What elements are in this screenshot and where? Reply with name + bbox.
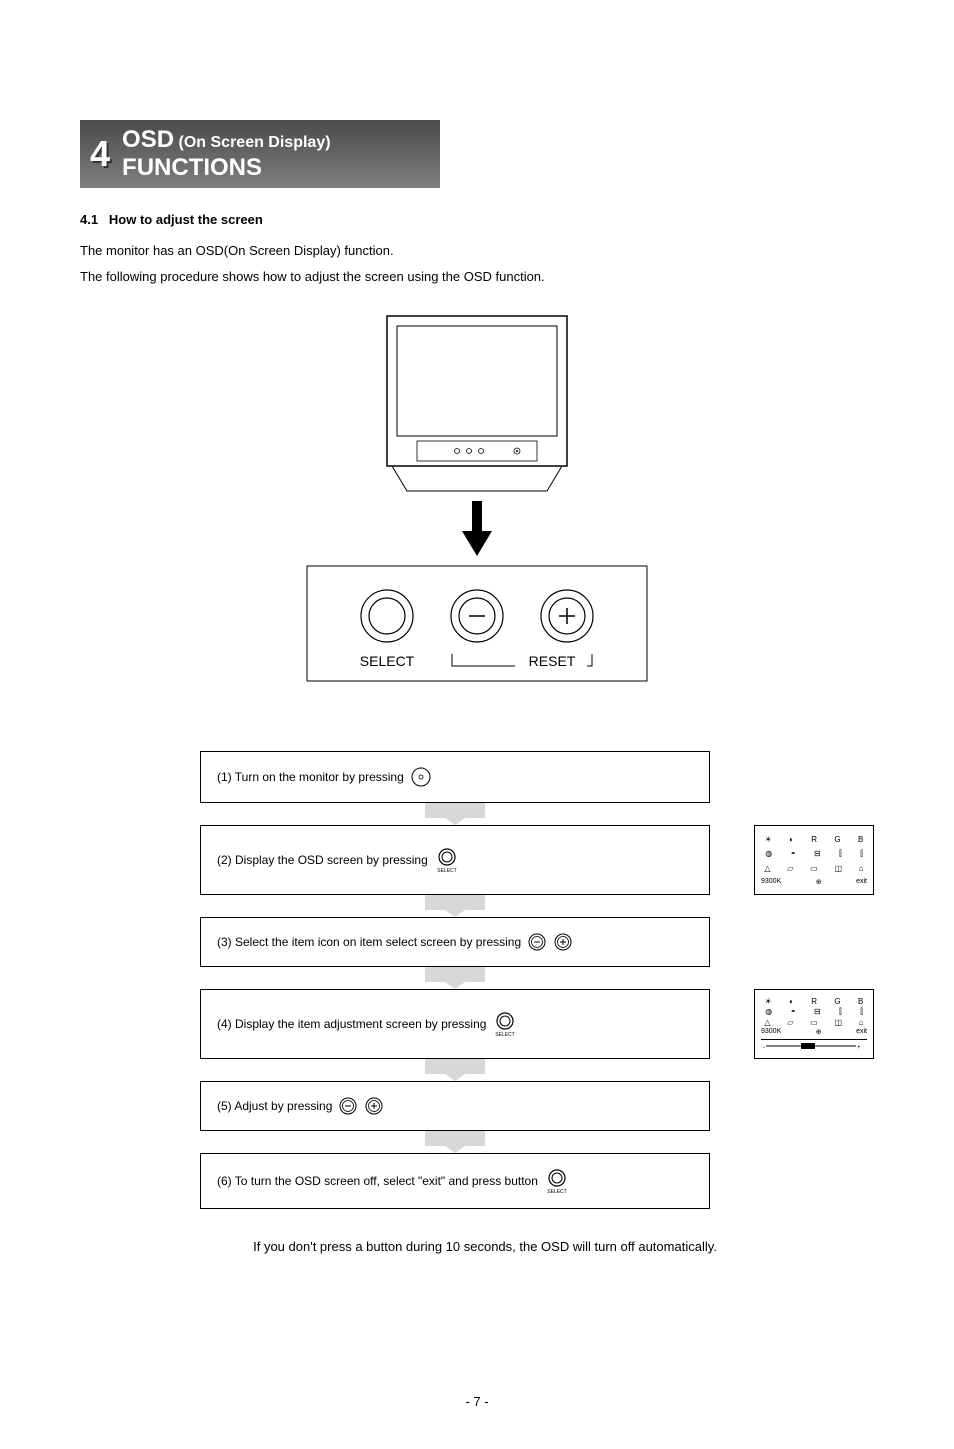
section-title: How to adjust the screen — [109, 212, 263, 227]
svg-text:SELECT: SELECT — [437, 868, 456, 873]
select-button-icon: SELECT — [544, 1168, 570, 1194]
connector-arrow — [200, 895, 710, 917]
monitor-illustration: SELECT RESET — [80, 306, 874, 741]
power-button-icon — [410, 766, 432, 788]
footer-note: If you don't press a button during 10 se… — [170, 1239, 800, 1254]
step-6: (6) To turn the OSD screen off, select "… — [200, 1153, 710, 1209]
plus-button-icon — [364, 1096, 384, 1116]
steps-container: (1) Turn on the monitor by pressing (2) … — [80, 751, 874, 1209]
step-5-text: (5) Adjust by pressing — [217, 1099, 332, 1113]
step-4-text: (4) Display the item adjustment screen b… — [217, 1017, 486, 1031]
svg-text:SELECT: SELECT — [547, 1189, 566, 1194]
adjustment-bar-icon: -+ — [761, 1042, 861, 1050]
step-2-text: (2) Display the OSD screen by pressing — [217, 853, 428, 867]
osd-preview-2: ☀◐RGB ◍◓⊟⫿⫿ △▱▭◫⌂ 9300K⊕exit -+ — [754, 989, 874, 1059]
connector-arrow — [200, 1131, 710, 1153]
osd-exit: exit — [856, 878, 867, 886]
plus-button-icon — [553, 932, 573, 952]
select-button-icon: SELECT — [492, 1011, 518, 1037]
connector-arrow — [200, 803, 710, 825]
select-button-icon: SELECT — [434, 847, 460, 873]
step-3-text: (3) Select the item icon on item select … — [217, 935, 521, 949]
chapter-header: 4 OSD (On Screen Display) FUNCTIONS — [80, 120, 440, 188]
step-4: (4) Display the item adjustment screen b… — [200, 989, 710, 1059]
connector-arrow — [200, 1059, 710, 1081]
title-subtitle: (On Screen Display) — [179, 134, 331, 151]
step-6-text: (6) To turn the OSD screen off, select "… — [217, 1174, 538, 1188]
step-1-text: (1) Turn on the monitor by pressing — [217, 770, 404, 784]
connector-arrow — [200, 967, 710, 989]
step-2: (2) Display the OSD screen by pressing S… — [200, 825, 710, 895]
svg-text:SELECT: SELECT — [496, 1032, 515, 1037]
chapter-title: OSD (On Screen Display) FUNCTIONS — [122, 126, 331, 182]
svg-text:-: - — [763, 1045, 765, 1050]
section-heading: 4.1 How to adjust the screen — [80, 212, 874, 227]
reset-label: RESET — [529, 653, 576, 669]
step-1: (1) Turn on the monitor by pressing — [200, 751, 710, 803]
intro-line-1: The monitor has an OSD(On Screen Display… — [80, 241, 874, 261]
osd-9300k: 9300K — [761, 878, 781, 886]
step-3: (3) Select the item icon on item select … — [200, 917, 710, 967]
svg-text:+: + — [857, 1045, 861, 1050]
page-number: - 7 - — [80, 1394, 874, 1409]
minus-button-icon — [338, 1096, 358, 1116]
select-label: SELECT — [360, 653, 415, 669]
step-5: (5) Adjust by pressing — [200, 1081, 710, 1131]
chapter-number: 4 — [90, 133, 110, 175]
intro-line-2: The following procedure shows how to adj… — [80, 267, 874, 287]
minus-button-icon — [527, 932, 547, 952]
section-number: 4.1 — [80, 212, 98, 227]
osd-9300k: 9300K — [761, 1028, 781, 1036]
osd-preview-1: ☀◐RGB ◍◓⊟⫿⫿ △▱▭◫⌂ 9300K⊕exit — [754, 825, 874, 895]
title-functions: FUNCTIONS — [122, 154, 331, 182]
title-osd: OSD — [122, 126, 174, 153]
osd-exit: exit — [856, 1028, 867, 1036]
